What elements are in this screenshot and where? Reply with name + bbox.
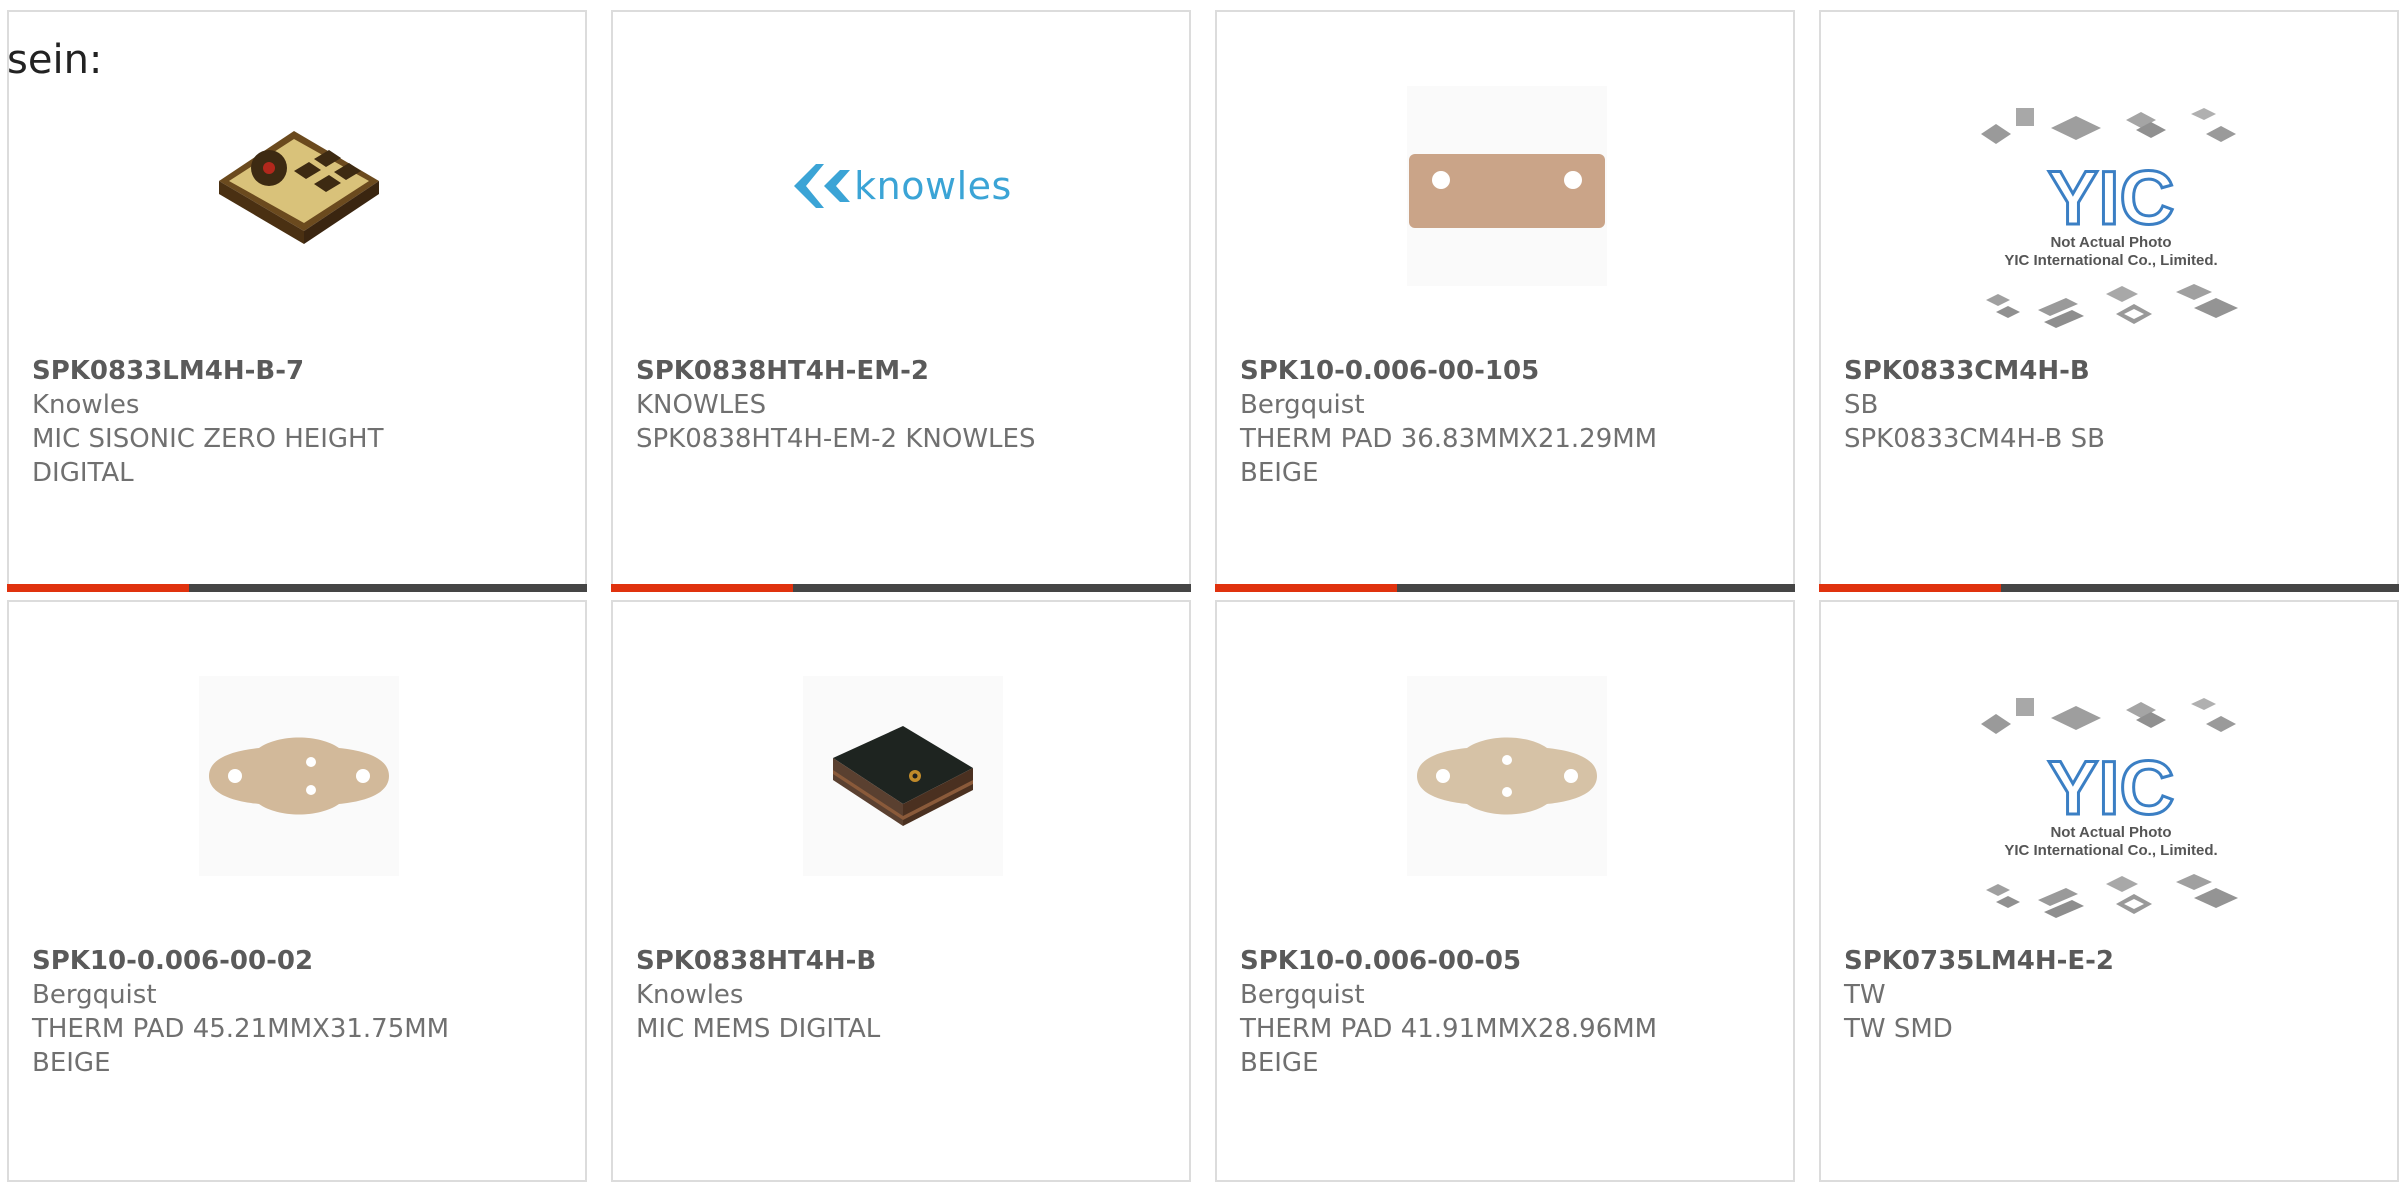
part-number[interactable]: SPK10-0.006-00-105 [1240, 354, 1783, 388]
card-bar-accent [1819, 584, 2001, 592]
description-line: BEIGE [32, 1048, 111, 1078]
description-line: BEIGE [1240, 458, 1319, 488]
yic-placeholder[interactable]: YIC Not Actual Photo YIC International C… [1976, 687, 2246, 927]
part-number[interactable]: SPK10-0.006-00-02 [32, 944, 575, 978]
card-bar-accent [1215, 584, 1397, 592]
yic-logo-icon: YIC [1981, 108, 2236, 234]
knowles-chevron-icon [794, 164, 851, 208]
manufacturer: KNOWLES [636, 390, 767, 420]
placeholder-caption: YIC International Co., Limited. [2004, 842, 2218, 859]
chip-packages-icon [1986, 284, 2238, 328]
yic-placeholder[interactable]: YIC Not Actual Photo YIC International C… [1976, 97, 2246, 337]
placeholder-caption: Not Actual Photo [2050, 234, 2172, 251]
part-number[interactable]: SPK10-0.006-00-05 [1240, 944, 1783, 978]
svg-text:YIC: YIC [2048, 156, 2175, 234]
description-line: BEIGE [1240, 1048, 1319, 1078]
placeholder-caption: Not Actual Photo [2050, 824, 2172, 841]
description-line: DIGITAL [32, 458, 134, 488]
microphone-gold-icon[interactable] [195, 82, 403, 290]
microphone-black-icon[interactable] [799, 672, 1007, 880]
product-card[interactable]: YIC Not Actual Photo YIC International C… [1819, 600, 2399, 1182]
product-card[interactable]: SPK10-0.006-00-02 Bergquist THERM PAD 45… [7, 600, 587, 1182]
product-card[interactable]: knowles SPK0838HT4H-EM-2 KNOWLES SPK0838… [611, 10, 1191, 592]
description-line: SPK0833CM4H-B SB [1844, 424, 2105, 454]
product-card[interactable]: SPK10-0.006-00-105 Bergquist THERM PAD 3… [1215, 10, 1795, 592]
card-bar [7, 584, 587, 592]
therm-pad-rect-icon[interactable] [1403, 82, 1611, 290]
svg-text:YIC: YIC [2048, 746, 2175, 824]
card-bar [1215, 584, 1795, 592]
description-line: THERM PAD 45.21MMX31.75MM [32, 1014, 450, 1044]
description-line: MIC MEMS DIGITAL [636, 1014, 881, 1044]
card-bar-accent [7, 584, 189, 592]
therm-pad-to3-icon[interactable] [195, 672, 403, 880]
part-number[interactable]: SPK0735LM4H-E-2 [1844, 944, 2387, 978]
manufacturer: TW [1844, 980, 1886, 1010]
description-line: TW SMD [1844, 1014, 1953, 1044]
description-line: THERM PAD 41.91MMX28.96MM [1240, 1014, 1658, 1044]
placeholder-caption: YIC International Co., Limited. [2004, 252, 2218, 269]
manufacturer: Bergquist [32, 980, 157, 1010]
description-line: MIC SISONIC ZERO HEIGHT [32, 424, 384, 454]
card-bar [611, 584, 1191, 592]
product-card[interactable]: SPK0838HT4H-B Knowles MIC MEMS DIGITAL [611, 600, 1191, 1182]
manufacturer: Bergquist [1240, 390, 1365, 420]
product-card[interactable]: YIC Not Actual Photo YIC International C… [1819, 10, 2399, 592]
card-bar [1819, 584, 2399, 592]
description-line: SPK0838HT4H-EM-2 KNOWLES [636, 424, 1036, 454]
yic-logo-icon: YIC [1981, 698, 2236, 824]
description-line: THERM PAD 36.83MMX21.29MM [1240, 424, 1658, 454]
manufacturer: Knowles [636, 980, 744, 1010]
knowles-logo[interactable]: knowles [763, 82, 1043, 290]
product-card[interactable]: SPK0833LM4H-B-7 Knowles MIC SISONIC ZERO… [7, 10, 587, 592]
manufacturer: Knowles [32, 390, 140, 420]
product-card[interactable]: SPK10-0.006-00-05 Bergquist THERM PAD 41… [1215, 600, 1795, 1182]
part-number[interactable]: SPK0833LM4H-B-7 [32, 354, 575, 388]
part-number[interactable]: SPK0838HT4H-B [636, 944, 1179, 978]
knowles-logo-text: knowles [854, 164, 1012, 208]
chip-packages-icon [1986, 874, 2238, 918]
therm-pad-to3-icon[interactable] [1403, 672, 1611, 880]
intro-text: sein: [7, 37, 103, 83]
manufacturer: SB [1844, 390, 1879, 420]
card-bar-accent [611, 584, 793, 592]
part-number[interactable]: SPK0833CM4H-B [1844, 354, 2387, 388]
part-number[interactable]: SPK0838HT4H-EM-2 [636, 354, 1179, 388]
manufacturer: Bergquist [1240, 980, 1365, 1010]
